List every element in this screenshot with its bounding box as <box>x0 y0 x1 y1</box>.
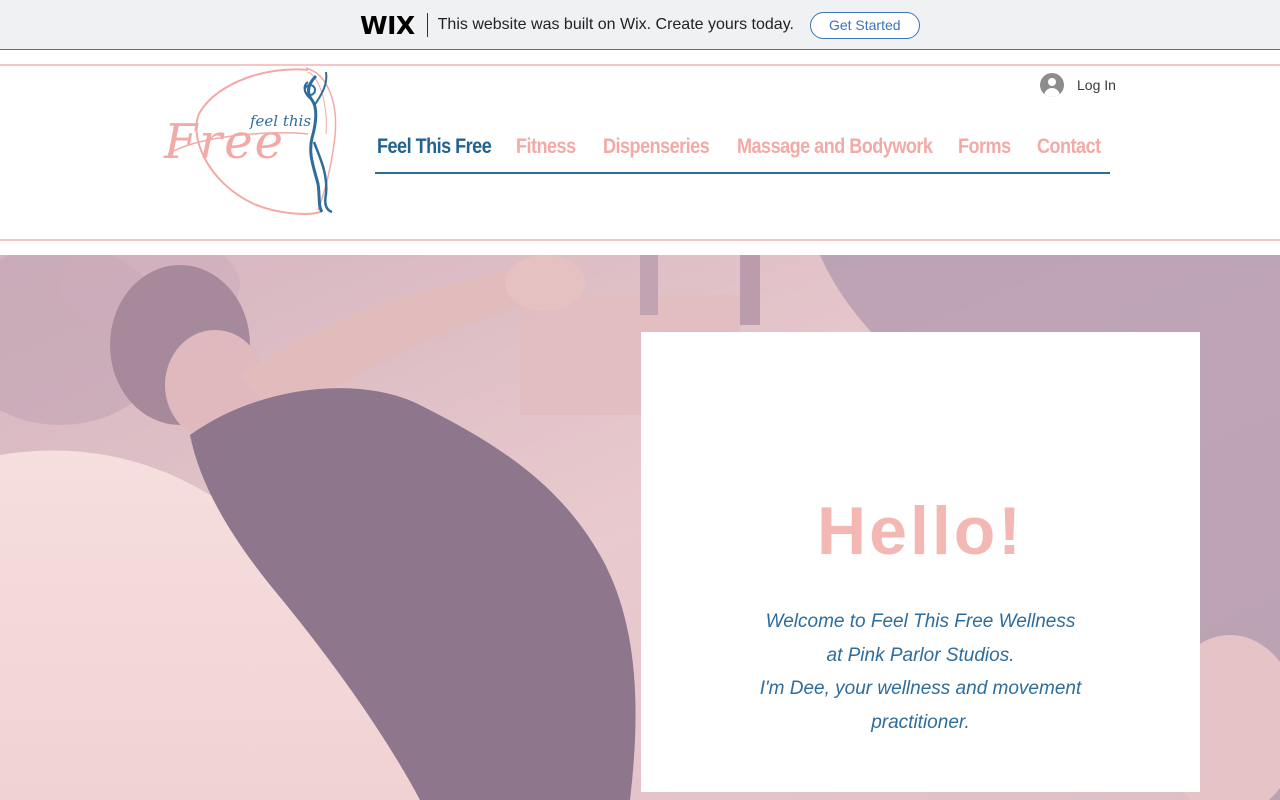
nav-item-forms[interactable]: Forms <box>958 135 1011 159</box>
nav-item-massage-and-bodywork[interactable]: Massage and Bodywork <box>737 135 933 159</box>
nav-item-dispenseries[interactable]: Dispenseries <box>603 135 710 159</box>
main-navigation: Feel This Free Fitness Dispenseries Mass… <box>375 132 1110 174</box>
login-button[interactable]: Log In <box>1040 73 1116 97</box>
welcome-line-2: at Pink Parlor Studios. <box>826 644 1015 666</box>
logo-text-large: Free <box>164 114 286 170</box>
wix-banner-content: WIX This website was built on Wix. Creat… <box>360 10 920 40</box>
nav-item-feel-this-free[interactable]: Feel This Free <box>377 135 492 159</box>
hello-heading: Hello! <box>817 493 1024 569</box>
welcome-line-1: Welcome to Feel This Free Wellness <box>765 611 1076 632</box>
hero-section: Hello! Welcome to Feel This Free Wellnes… <box>0 255 1280 800</box>
wix-banner-divider <box>426 13 428 37</box>
nav-item-fitness[interactable]: Fitness <box>516 135 576 159</box>
login-label: Log In <box>1077 77 1116 93</box>
wix-banner-text: This website was built on Wix. Create yo… <box>437 16 794 33</box>
wix-logo[interactable]: WIX <box>360 11 415 40</box>
get-started-button[interactable]: Get Started <box>809 11 920 39</box>
user-avatar-icon <box>1040 73 1064 97</box>
welcome-line-4: practitioner. <box>871 711 970 733</box>
wix-promo-banner: WIX This website was built on Wix. Creat… <box>0 0 1280 50</box>
site-logo[interactable]: feel this Free <box>158 64 344 218</box>
nav-item-contact[interactable]: Contact <box>1037 135 1101 159</box>
welcome-text: Welcome to Feel This Free Wellness at Pi… <box>641 605 1200 739</box>
welcome-line-3: I'm Dee, your wellness and movement <box>759 678 1082 699</box>
welcome-card: Hello! Welcome to Feel This Free Wellnes… <box>641 332 1200 792</box>
header-bottom-divider <box>0 239 1280 241</box>
